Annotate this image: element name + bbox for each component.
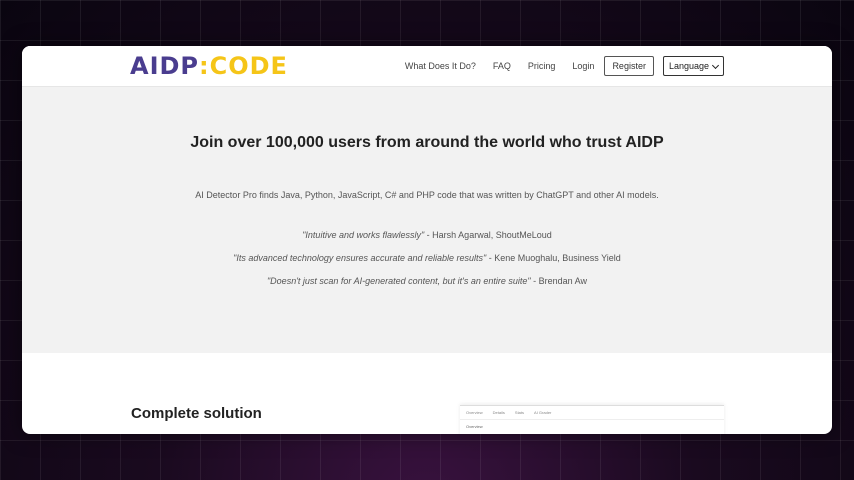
browser-page: AIDP:CODE What Does It Do? FAQ Pricing L… <box>22 46 832 434</box>
nav-link-what-does-it-do[interactable]: What Does It Do? <box>405 61 476 71</box>
preview-tab: Details <box>492 410 505 415</box>
quote-text: "Its advanced technology ensures accurat… <box>233 253 487 263</box>
hero-title: Join over 100,000 users from around the … <box>190 134 664 151</box>
site-logo[interactable]: AIDP:CODE <box>130 51 288 81</box>
quote-author: - Kene Muoghalu, Business Yield <box>486 253 621 263</box>
nav-links: What Does It Do? FAQ Pricing Login Regis… <box>388 56 724 76</box>
quote-text: "Intuitive and works flawlessly" <box>302 230 425 240</box>
testimonial-quote: "Intuitive and works flawlessly" - Harsh… <box>22 230 832 240</box>
nav-link-faq[interactable]: FAQ <box>493 61 511 71</box>
quote-author: - Harsh Agarwal, ShoutMeLoud <box>424 230 552 240</box>
hero-subtitle: AI Detector Pro finds Java, Python, Java… <box>195 190 659 200</box>
chevron-down-icon <box>711 61 720 69</box>
nav-link-login[interactable]: Login <box>572 61 594 71</box>
preview-tabs: Overview Details Stats AI Grader <box>460 406 724 420</box>
quote-text: "Doesn't just scan for AI-generated cont… <box>266 276 531 286</box>
register-button[interactable]: Register <box>604 56 654 76</box>
section-title: Complete solution <box>131 405 262 422</box>
testimonial-quote: "Doesn't just scan for AI-generated cont… <box>22 276 832 286</box>
language-select[interactable]: Language <box>662 56 724 76</box>
preview-heading: Overview <box>466 424 483 429</box>
preview-tab: Overview <box>466 410 483 415</box>
nav-link-pricing[interactable]: Pricing <box>528 61 556 71</box>
language-select-label: Language <box>668 61 709 71</box>
hero-section: Join over 100,000 users from around the … <box>22 87 832 353</box>
testimonial-quote: "Its advanced technology ensures accurat… <box>22 253 832 263</box>
preview-tab: Stats <box>514 410 525 415</box>
navbar: AIDP:CODE What Does It Do? FAQ Pricing L… <box>22 46 832 87</box>
app-preview-screenshot: Overview Details Stats AI Grader Overvie… <box>460 405 724 434</box>
logo-part2: :CODE <box>199 52 288 80</box>
quote-author: - Brendan Aw <box>530 276 587 286</box>
logo-part1: AIDP <box>130 52 200 80</box>
preview-tab: AI Grader <box>534 410 552 415</box>
